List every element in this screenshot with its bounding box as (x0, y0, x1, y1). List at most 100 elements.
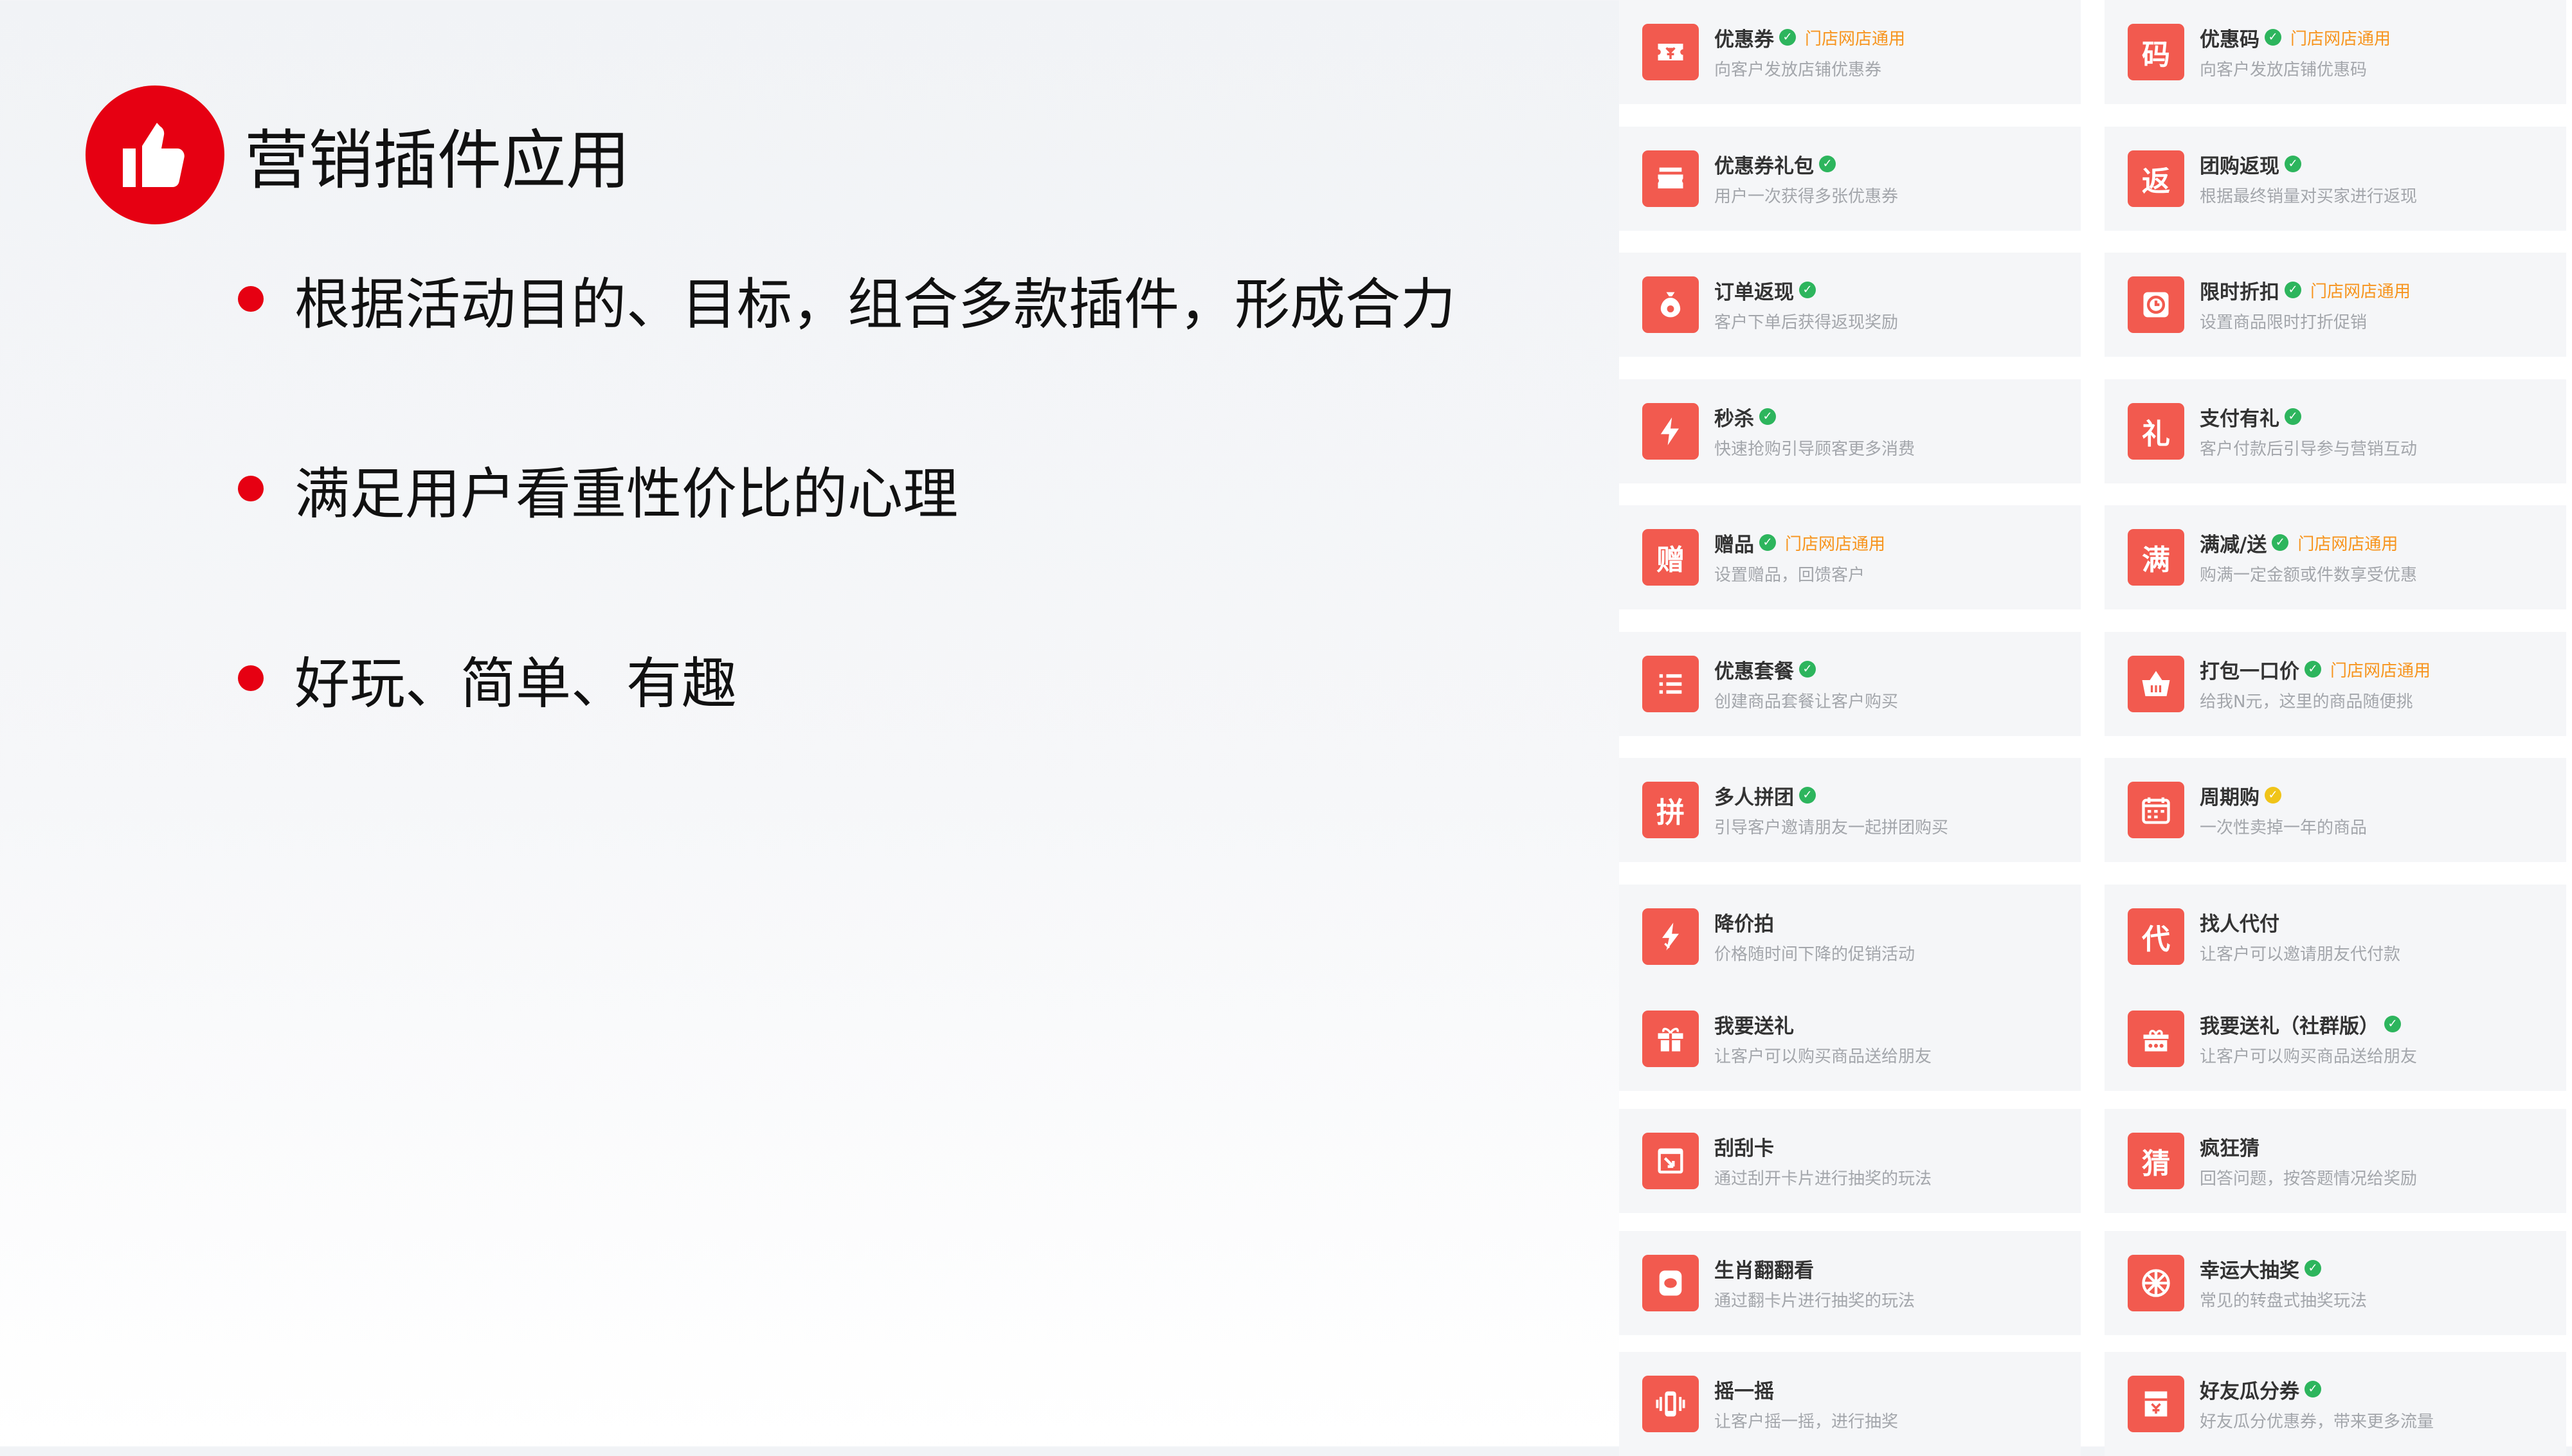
plugin-card[interactable]: 我要送礼 让客户可以购买商品送给朋友 (1619, 987, 2081, 1091)
cashback-icon: 返 (2128, 150, 2184, 207)
money-bag-icon (1642, 276, 1699, 333)
plugin-name-row: 摇一摇 (1714, 1375, 1774, 1403)
bullet-text: 好玩、简单、有趣 (294, 651, 737, 716)
plugin-name-row: 刮刮卡 (1714, 1132, 1774, 1160)
plugin-card[interactable]: 刮刮卡 通过刮开卡片进行抽奖的玩法 (1619, 1109, 2081, 1213)
plugin-description: 常见的转盘式抽奖玩法 (2200, 1291, 2368, 1311)
plugin-tag: 门店网店通用 (2290, 29, 2391, 49)
plugin-name-row: 满减/送 ✓ 门店网店通用 (2200, 528, 2398, 557)
plugin-name: 降价拍 (1714, 912, 1774, 936)
plugin-name-row: 我要送礼 (1714, 1010, 1794, 1038)
plugin-card[interactable]: 生肖翻翻看通过翻卡片进行抽奖的玩法 (1619, 1231, 2081, 1335)
plugin-name: 优惠套餐 (1714, 660, 1794, 683)
plugin-name-row: 幸运大抽奖 ✓ (2200, 1254, 2321, 1282)
plugin-description: 向客户发放店铺优惠券 (1714, 60, 1882, 80)
plugin-description: 创建商品套餐让客户购买 (1714, 692, 1899, 712)
plugin-name-row: 多人拼团 ✓ (1714, 781, 1816, 809)
plugin-name-row: 我要送礼（社群版） ✓ (2200, 1010, 2401, 1038)
plugin-card[interactable]: 返团购返现 ✓ 根据最终销量对买家进行返现 (2105, 127, 2566, 231)
calendar-icon (2128, 782, 2184, 838)
plugin-card[interactable]: 猜疯狂猜 回答问题，按答题情况给奖励 (2105, 1109, 2566, 1213)
group-buy-icon: 拼 (1642, 782, 1699, 838)
plugin-name-row: 找人代付 (2200, 908, 2279, 936)
plugin-card[interactable]: 摇一摇 让客户摇一摇，进行抽奖 (1619, 1352, 2081, 1456)
plugin-name-row: 优惠套餐 ✓ (1714, 655, 1816, 683)
plugin-name-row: 支付有礼 ✓ (2200, 402, 2301, 431)
plugin-card[interactable]: 限时折扣 ✓ 门店网店通用 设置商品限时打折促销 (2105, 253, 2566, 357)
plugin-description: 通过翻卡片进行抽奖的玩法 (1714, 1291, 1915, 1311)
gift-box-icon (1642, 1011, 1699, 1067)
plugin-card[interactable]: 幸运大抽奖 ✓ 常见的转盘式抽奖玩法 (2105, 1231, 2566, 1335)
plugin-card[interactable]: 好友瓜分券 ✓ 好友瓜分优惠券，带来更多流量 (2105, 1352, 2566, 1456)
plugin-name-row: 好友瓜分券 ✓ (2200, 1375, 2321, 1403)
flip-card-icon (1642, 1255, 1699, 1311)
plugin-card[interactable]: 代找人代付 让客户可以邀请朋友代付款 (2105, 885, 2566, 989)
plugin-name: 团购返现 (2200, 154, 2279, 178)
verified-check-icon: ✓ (2272, 534, 2289, 551)
plugin-description: 用户一次获得多张优惠券 (1714, 187, 1899, 206)
ticket-icon (1642, 24, 1699, 80)
plugin-name-row: 赠品 ✓ 门店网店通用 (1714, 528, 1885, 557)
plugin-card[interactable]: 秒杀 ✓ 快速抢购引导顾客更多消费 (1619, 379, 2081, 483)
plugin-tag: 门店网店通用 (2297, 534, 2398, 554)
plugin-card[interactable]: 礼支付有礼 ✓ 客户付款后引导参与营销互动 (2105, 379, 2566, 483)
plugin-name-row: 降价拍 (1714, 908, 1774, 936)
plugin-card[interactable]: 优惠套餐 ✓ 创建商品套餐让客户购买 (1619, 632, 2081, 736)
plugin-card[interactable]: 拼多人拼团 ✓ 引导客户邀请朋友一起拼团购买 (1619, 758, 2081, 862)
plugin-name: 疯狂猜 (2200, 1137, 2260, 1160)
split-coupon-icon (2128, 1376, 2184, 1432)
plugin-card[interactable]: 赠赠品 ✓ 门店网店通用 设置赠品，回馈客户 (1619, 505, 2081, 609)
gift-char-icon: 礼 (2128, 403, 2184, 460)
plugin-name: 优惠券礼包 (1714, 154, 1814, 178)
plugin-card[interactable]: 满满减/送 ✓ 门店网店通用 购满一定金额或件数享受优惠 (2105, 505, 2566, 609)
clock-icon (2128, 276, 2184, 333)
plugin-card[interactable]: 打包一口价 ✓ 门店网店通用给我N元，这里的商品随便挑 (2105, 632, 2566, 736)
plugin-card[interactable]: 优惠券 ✓ 门店网店通用 向客户发放店铺优惠券 (1619, 0, 2081, 104)
verified-check-icon: ✓ (1759, 534, 1776, 551)
list-icon (1642, 656, 1699, 712)
verified-check-icon: ✓ (2285, 156, 2301, 172)
plugin-tag: 门店网店通用 (2330, 661, 2431, 681)
verified-check-icon: ✓ (2305, 1260, 2321, 1277)
bullet-text: 根据活动目的、目标，组合多款插件，形成合力 (294, 272, 1456, 337)
plugin-name: 我要送礼 (1714, 1014, 1794, 1038)
plugin-card[interactable]: 优惠券礼包 ✓ 用户一次获得多张优惠券 (1619, 127, 2081, 231)
plugin-name: 好友瓜分券 (2200, 1380, 2299, 1403)
plugin-description: 让客户可以购买商品送给朋友 (2200, 1047, 2418, 1066)
plugin-name: 赠品 (1714, 533, 1754, 557)
plugin-description: 引导客户邀请朋友一起拼团购买 (1714, 818, 1949, 838)
plugin-description: 给我N元，这里的商品随便挑 (2200, 692, 2413, 712)
plugin-card[interactable]: 我要送礼（社群版） ✓ 让客户可以购买商品送给朋友 (2105, 987, 2566, 1091)
bullet-item: 好玩、简单、有趣 (238, 633, 737, 723)
verified-check-icon: ✓ (1759, 408, 1776, 425)
verified-check-icon: ✓ (2265, 787, 2281, 804)
plugin-name-row: 周期购 ✓ (2200, 781, 2281, 809)
plugin-description: 向客户发放店铺优惠码 (2200, 60, 2368, 80)
plugin-grid: 优惠券 ✓ 门店网店通用 向客户发放店铺优惠券码优惠码 ✓ 门店网店通用 向客户发放店铺优惠… (1619, 0, 2572, 1456)
plugin-name: 生肖翻翻看 (1714, 1259, 1814, 1282)
bullet-dot (238, 665, 264, 691)
plugin-name-row: 优惠码 ✓ 门店网店通用 (2200, 23, 2391, 51)
plugin-card[interactable]: 周期购 ✓ 一次性卖掉一年的商品 (2105, 758, 2566, 862)
plugin-name: 我要送礼（社群版） (2200, 1014, 2379, 1038)
bullet-dot (238, 286, 264, 312)
verified-check-icon: ✓ (1819, 156, 1836, 172)
plugin-card[interactable]: 订单返现 ✓ 客户下单后获得返现奖励 (1619, 253, 2081, 357)
plugin-card[interactable]: 码优惠码 ✓ 门店网店通用 向客户发放店铺优惠码 (2105, 0, 2566, 104)
thumbs-up-logo (86, 85, 224, 224)
verified-check-icon: ✓ (1799, 661, 1816, 678)
plugin-name-row: 打包一口价 ✓ 门店网店通用 (2200, 655, 2431, 683)
plugin-card[interactable]: 降价拍 价格随时间下降的促销活动 (1619, 885, 2081, 989)
lightning-icon (1642, 403, 1699, 460)
plugin-name: 找人代付 (2200, 912, 2279, 936)
plugin-description: 客户下单后获得返现奖励 (1714, 313, 1899, 332)
plugin-description: 设置赠品，回馈客户 (1714, 566, 1865, 585)
plugin-name: 支付有礼 (2200, 407, 2279, 431)
plugin-name: 多人拼团 (1714, 786, 1794, 809)
guess-icon: 猜 (2128, 1133, 2184, 1189)
bullet-dot (238, 476, 264, 501)
plugin-name-row: 秒杀 ✓ (1714, 402, 1776, 431)
verified-check-icon: ✓ (1799, 282, 1816, 298)
plugin-name: 幸运大抽奖 (2200, 1259, 2299, 1282)
coupon-pack-icon (1642, 150, 1699, 207)
